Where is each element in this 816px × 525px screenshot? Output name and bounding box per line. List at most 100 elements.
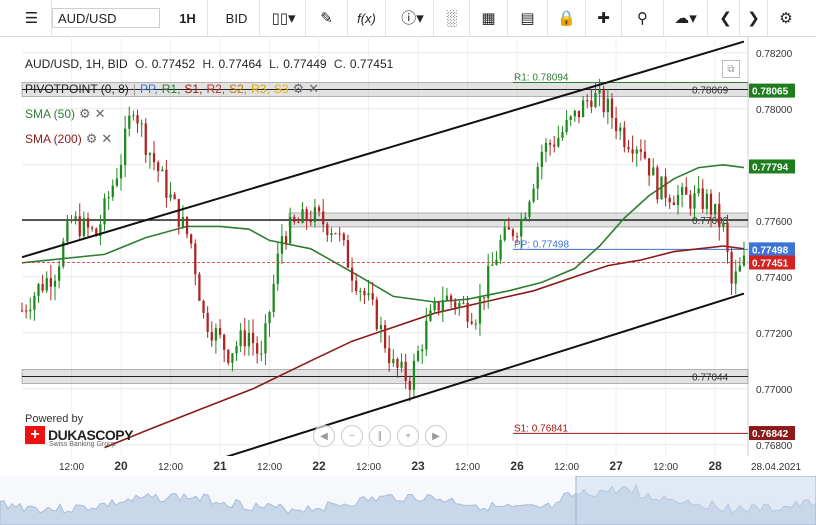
price-tag-label: 0.77794 bbox=[752, 162, 789, 173]
price-tag-label: 0.76842 bbox=[752, 429, 789, 440]
pivot-close-icon[interactable]: ✕ bbox=[308, 81, 319, 97]
candle-body bbox=[198, 274, 201, 301]
sma200-name: SMA (200) bbox=[25, 132, 82, 146]
candles-button[interactable]: ▯▯▾ bbox=[262, 0, 306, 36]
reset-icon[interactable]: ∥ bbox=[369, 425, 391, 447]
zoom-button[interactable]: ⚲ bbox=[622, 0, 664, 36]
price-chart[interactable]: 0.782000.780000.778000.776000.774000.772… bbox=[0, 36, 816, 456]
candle-body bbox=[260, 353, 263, 355]
menu-button[interactable]: ☰ bbox=[12, 0, 52, 36]
time-tick-label: 26 bbox=[510, 459, 524, 473]
next-button[interactable]: ❯ bbox=[740, 0, 768, 36]
sma50-settings-icon[interactable]: ⚙ bbox=[79, 106, 91, 122]
candle-body bbox=[647, 158, 651, 176]
candle-body bbox=[606, 98, 609, 113]
prev-button[interactable]: ❮ bbox=[712, 0, 740, 36]
zoom-out-icon[interactable]: − bbox=[341, 425, 363, 447]
candle-body bbox=[569, 116, 572, 120]
pivot-settings-icon[interactable]: ⚙ bbox=[293, 81, 305, 97]
calendar-button[interactable]: ▦ bbox=[470, 0, 508, 36]
zoom-in-icon[interactable]: + bbox=[397, 425, 419, 447]
candle-body bbox=[317, 207, 321, 212]
dukascopy-logo: Powered by + DUKASCOPY Swiss Banking Gro… bbox=[25, 413, 133, 448]
candle-body bbox=[66, 221, 69, 242]
candle-body bbox=[359, 290, 362, 292]
time-axis: 12:00 20 12:00 21 12:00 22 12:00 23 12:00 26 12:00… bbox=[59, 459, 801, 473]
info-button[interactable]: ⓘ▾ bbox=[392, 0, 434, 36]
symbol-input[interactable]: AUD/USD bbox=[52, 8, 160, 28]
candle-body bbox=[680, 187, 684, 195]
navigator-window[interactable] bbox=[575, 476, 816, 525]
candle-body bbox=[421, 349, 424, 352]
info-icon: ⓘ▾ bbox=[401, 9, 424, 27]
candle-body bbox=[284, 236, 288, 244]
candle-body bbox=[194, 243, 197, 275]
scroll-right-icon[interactable]: ▶ bbox=[425, 425, 447, 447]
pivot-s2: S2, bbox=[229, 82, 248, 96]
candle-body bbox=[392, 359, 395, 364]
candle-body bbox=[350, 267, 354, 281]
candle-body bbox=[82, 218, 86, 237]
candle-body bbox=[346, 240, 350, 268]
lock-button[interactable]: 🔒 bbox=[548, 0, 586, 36]
price-tick-label: 0.77400 bbox=[756, 273, 793, 284]
candle-body bbox=[491, 264, 494, 266]
candle-body bbox=[524, 217, 527, 220]
calculator-icon: ▤ bbox=[520, 9, 535, 27]
candle-body bbox=[111, 185, 114, 198]
calculator-button[interactable]: ▤ bbox=[508, 0, 548, 36]
candle-body bbox=[718, 203, 721, 227]
candle-body bbox=[383, 325, 387, 349]
crosshair-icon: ✚ bbox=[597, 9, 610, 27]
candle-body bbox=[701, 188, 704, 209]
candle-body bbox=[742, 255, 746, 266]
candle-body bbox=[301, 209, 304, 223]
toolbar: ☰ AUD/USD 1H BID ▯▯▾ ✎ f(x) ⓘ▾ ░ ▦ ▤ 🔒 ✚… bbox=[0, 0, 816, 37]
candle-body bbox=[466, 302, 469, 322]
candle-body bbox=[173, 194, 176, 200]
candle-body bbox=[161, 169, 164, 172]
price-side-button[interactable]: BID bbox=[214, 0, 260, 36]
candle-body bbox=[53, 280, 57, 287]
candle-body bbox=[697, 188, 700, 194]
candle-body bbox=[709, 193, 713, 215]
bars-button[interactable]: ░ bbox=[434, 0, 470, 36]
sma200-close-icon[interactable]: ✕ bbox=[101, 131, 112, 147]
candle-body bbox=[124, 128, 127, 165]
time-tick-label: 12:00 bbox=[356, 462, 381, 473]
candle-body bbox=[24, 310, 28, 312]
timeframe-button[interactable]: 1H bbox=[168, 0, 208, 36]
sma50-close-icon[interactable]: ✕ bbox=[95, 106, 106, 122]
time-tick-label: 20 bbox=[114, 459, 128, 473]
settings-button[interactable]: ⚙ bbox=[772, 0, 800, 36]
time-tick-label: 22 bbox=[312, 459, 326, 473]
candle-body bbox=[713, 203, 717, 215]
draw-button[interactable]: ✎ bbox=[306, 0, 348, 36]
candle-body bbox=[342, 233, 345, 241]
candle-body bbox=[326, 224, 329, 235]
upload-button[interactable]: ☁▾ bbox=[664, 0, 708, 36]
fullscreen-icon[interactable]: ⧉ bbox=[722, 60, 740, 78]
high-value: 0.77464 bbox=[218, 57, 262, 71]
time-tick-label: 28.04.2021 bbox=[751, 462, 801, 473]
candle-body bbox=[49, 278, 53, 287]
candle-body bbox=[726, 222, 729, 253]
candle-body bbox=[623, 127, 626, 148]
candle-body bbox=[528, 201, 531, 218]
candle-body bbox=[264, 323, 267, 354]
candle-body bbox=[676, 194, 680, 205]
sma50-legend: SMA (50) ⚙ ✕ bbox=[25, 106, 106, 122]
candle-body bbox=[70, 219, 73, 222]
candle-body bbox=[157, 162, 160, 172]
candle-body bbox=[313, 207, 317, 222]
candle-body bbox=[268, 311, 271, 324]
scroll-left-icon[interactable]: ◀ bbox=[313, 425, 335, 447]
crosshair-button[interactable]: ✚ bbox=[586, 0, 622, 36]
price-tick-label: 0.77600 bbox=[756, 217, 793, 228]
navigator[interactable] bbox=[0, 476, 816, 525]
support-label: 0.77044 bbox=[692, 372, 729, 383]
draw-icon: ✎ bbox=[320, 9, 333, 27]
sma200-settings-icon[interactable]: ⚙ bbox=[86, 131, 98, 147]
candle-body bbox=[635, 149, 638, 154]
function-button[interactable]: f(x) bbox=[348, 0, 386, 36]
